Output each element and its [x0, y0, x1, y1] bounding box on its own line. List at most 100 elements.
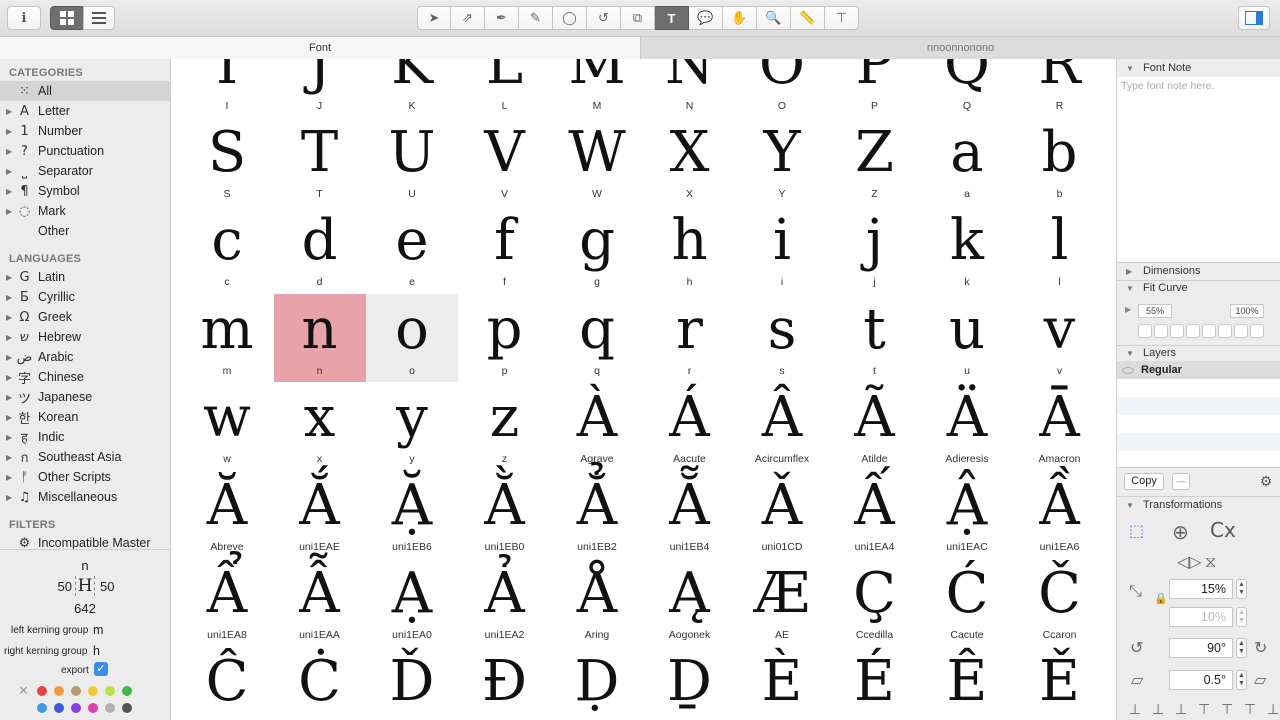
disclosure-triangle-icon[interactable]: ▶ [6, 413, 16, 422]
pen-tool[interactable]: ✒ [485, 6, 519, 30]
glyph-cell[interactable]: Ê [921, 646, 1013, 720]
disclosure-triangle-icon[interactable]: ▶ [6, 353, 16, 362]
glyph-cell[interactable]: xx [274, 382, 366, 470]
language-cyrillic[interactable]: ▶ Б Cyrillic [0, 287, 170, 307]
language-korean[interactable]: ▶ 한 Korean [0, 407, 170, 427]
glyph-cell[interactable]: ZZ [829, 117, 921, 205]
glyph-cell[interactable]: JJ [274, 59, 366, 117]
glyph-cell[interactable]: dd [274, 205, 366, 293]
glyph-cell[interactable]: Á Aacute [644, 382, 736, 470]
category-punctuation[interactable]: ▶? Punctuation [0, 141, 170, 161]
copy-layer-button[interactable]: Copy [1124, 473, 1164, 490]
select-tool[interactable]: ➤ [417, 6, 451, 30]
glyph-cell[interactable]: qq [551, 294, 643, 382]
glyph-cell[interactable]: Č Ccaron [1014, 558, 1106, 646]
glyph-cell[interactable]: cc [181, 205, 273, 293]
glyph-cell[interactable]: uu [921, 294, 1013, 382]
flip-horizontal-icon[interactable]: ◁▷ [1177, 552, 1202, 571]
align-icon[interactable]: ⊥ [1175, 702, 1187, 718]
rotate-cw-icon[interactable]: ↻ [1254, 638, 1267, 657]
language-miscellaneous[interactable]: ▶ ♫ Miscellaneous [0, 487, 170, 507]
scale-stepper[interactable]: ▲ ▼ [1236, 579, 1247, 599]
disclosure-triangle-icon[interactable]: ▶ [6, 313, 16, 322]
rsb-field[interactable]: 50 [100, 579, 124, 594]
disclosure-triangle-icon[interactable]: ▶ [6, 333, 16, 342]
color-label-swatch[interactable] [37, 686, 47, 696]
text-tool[interactable]: T [655, 6, 689, 30]
glyph-cell[interactable]: È [736, 646, 828, 720]
fit-curve-min-field[interactable]: 55% [1138, 304, 1172, 318]
disclosure-triangle-icon[interactable]: ▶ [6, 107, 16, 116]
glyph-cell[interactable]: Ā Amacron [1014, 382, 1106, 470]
rotate-tool[interactable]: ↺ [587, 6, 621, 30]
glyph-cell[interactable]: Ấuni1EA4 [829, 470, 921, 558]
color-label-swatch[interactable] [88, 703, 98, 713]
font-note-textarea[interactable]: Type font note here. [1117, 77, 1280, 262]
color-label-swatch[interactable] [54, 703, 64, 713]
disclosure-triangle-icon[interactable]: ▶ [6, 373, 16, 382]
align-icon[interactable]: ⊥ [1152, 702, 1164, 718]
glyph-cell[interactable]: MM [551, 59, 643, 117]
left-kerning-field[interactable]: m [93, 623, 103, 637]
color-label-swatch[interactable] [122, 703, 132, 713]
glyph-cell[interactable]: Ặuni1EB6 [366, 470, 458, 558]
tab-font[interactable]: Font [0, 37, 641, 59]
language-latin[interactable]: ▶ G Latin [0, 267, 170, 287]
right-kerning-field[interactable]: h [93, 644, 100, 658]
flip-vertical-icon[interactable]: ⧖ [1205, 552, 1216, 572]
glyph-cell[interactable]: PP [829, 59, 921, 117]
layer-eye-icon[interactable] [1122, 366, 1134, 374]
glyph-cell[interactable]: RR [1014, 59, 1106, 117]
pencil-tool[interactable]: ✎ [519, 6, 553, 30]
glyph-cell[interactable]: QQ [921, 59, 1013, 117]
glyph-cell[interactable]: II [181, 59, 273, 117]
fit-curve-preset-button[interactable] [1250, 324, 1264, 338]
glyph-cell[interactable]: ii [736, 205, 828, 293]
glyph-cell[interactable]: zz [459, 382, 551, 470]
hand-tool[interactable]: ✋ [723, 6, 757, 30]
glyph-cell[interactable]: ee [366, 205, 458, 293]
glyph-name-field[interactable]: n [0, 558, 170, 573]
list-view-button[interactable] [83, 6, 115, 30]
align-icon[interactable]: ⊤ [1221, 702, 1233, 718]
info-button[interactable]: i [7, 6, 41, 30]
glyph-cell[interactable]: Ě [1014, 646, 1106, 720]
glyph-cell[interactable]: SS [181, 117, 273, 205]
color-label-swatch[interactable] [105, 703, 115, 713]
disclosure-triangle-icon[interactable]: ▶ [6, 207, 16, 216]
glyph-cell[interactable]: Ắuni1EAE [274, 470, 366, 558]
align-icon[interactable]: ⊤ [1244, 702, 1256, 718]
glyph-cell[interactable]: VV [459, 117, 551, 205]
glyph-cell[interactable]: Ą Aogonek [644, 558, 736, 646]
align-icon[interactable]: ⊥ [1129, 702, 1141, 718]
glyph-cell[interactable]: Ẩuni1EA8 [181, 558, 273, 646]
glyph-cell[interactable]: rr [644, 294, 736, 382]
align-icon[interactable]: ⊥ [1267, 702, 1279, 718]
glyph-cell[interactable]: TT [274, 117, 366, 205]
glyph-cell[interactable]: jj [829, 205, 921, 293]
glyph-cell[interactable]: WW [551, 117, 643, 205]
glyph-cell[interactable]: Đ [459, 646, 551, 720]
fit-curve-preset-button[interactable] [1218, 324, 1232, 338]
tab-edit-view[interactable]: nnoonnonono [641, 37, 1280, 59]
glyph-cell[interactable]: Ĉ [181, 646, 273, 720]
glyph-cell[interactable]: mm [181, 294, 273, 382]
grid-view-button[interactable] [50, 6, 84, 30]
glyph-cell[interactable]: vv [1014, 294, 1106, 382]
slant-apply-icon[interactable]: ▱ [1254, 670, 1266, 689]
glyph-cell[interactable]: NN [644, 59, 736, 117]
language-other-scripts[interactable]: ▶ ᚠ Other Scripts [0, 467, 170, 487]
disclosure-triangle-icon[interactable]: ▶ [6, 147, 16, 156]
layer-row-regular[interactable]: Regular [1117, 361, 1280, 379]
glyph-cell[interactable]: Ã Atilde [829, 382, 921, 470]
glyph-cell[interactable]: À Agrave [551, 382, 643, 470]
color-label-swatch[interactable] [105, 686, 115, 696]
glyph-cell[interactable]: Ằuni1EB0 [459, 470, 551, 558]
glyph-cell[interactable]: tt [829, 294, 921, 382]
glyph-cell[interactable]: Ǎuni01CD [736, 470, 828, 558]
align-selection-icon[interactable]: ⬚ [1129, 521, 1144, 540]
width-field[interactable]: 642 [0, 601, 170, 616]
glyph-cell[interactable]: bb [1014, 117, 1106, 205]
rotate-ccw-icon[interactable]: ↺ [1130, 638, 1143, 657]
language-indic[interactable]: ▶ ह Indic [0, 427, 170, 447]
